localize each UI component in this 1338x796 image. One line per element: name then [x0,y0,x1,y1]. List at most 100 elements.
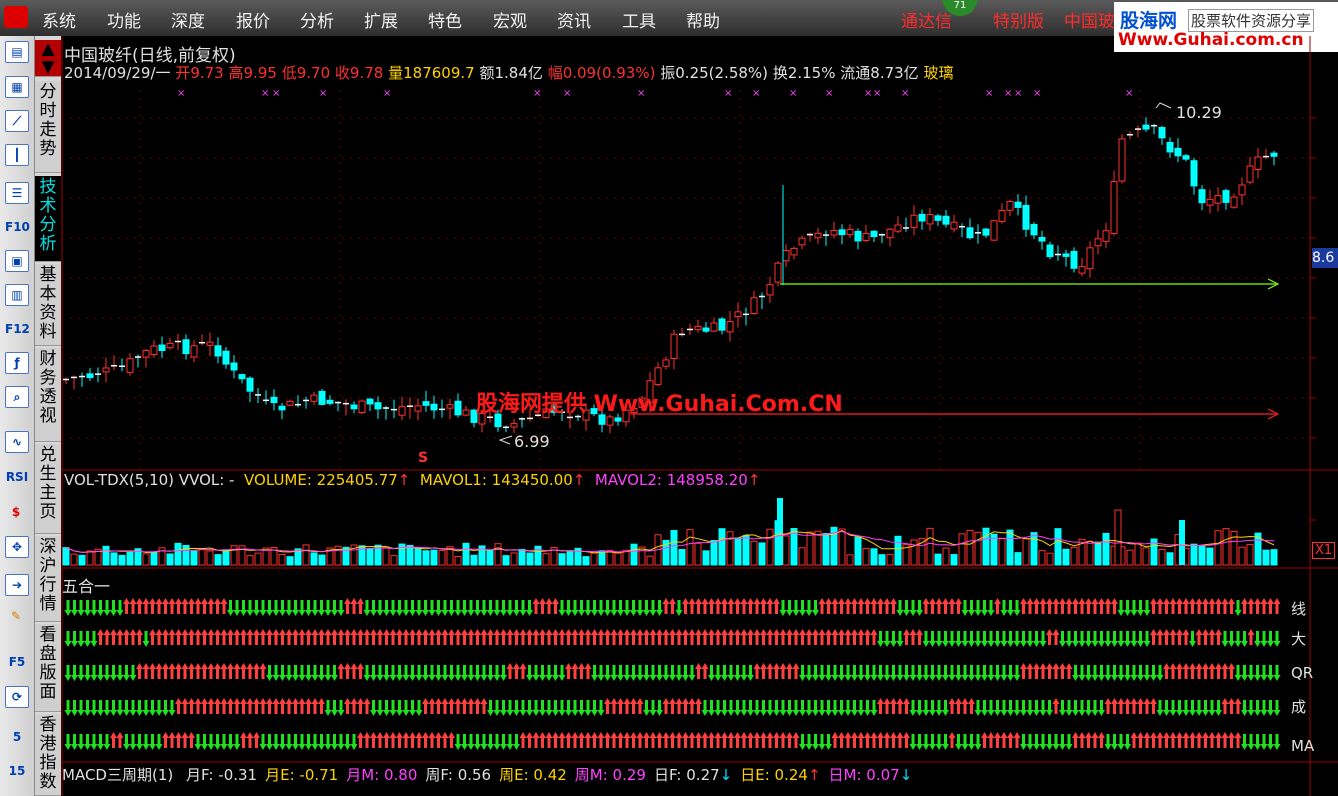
up-arrow-signal [1104,598,1112,614]
macd-name[interactable]: MACD三周期(1) [62,766,173,784]
up-arrow-signal [682,698,689,714]
up-arrow-signal [155,598,163,614]
down-arrow-signal [675,665,683,681]
up-arrow-signal [123,629,130,645]
volume-bar [542,553,550,566]
up-arrow-signal [1124,698,1131,714]
up-arrow-signal [103,629,111,645]
candle-body [1222,190,1230,203]
down-arrow-signal [103,700,111,716]
up-arrow-signal [812,629,819,645]
candle-body [126,358,134,373]
signal-panel-title[interactable]: 五合一 [62,573,110,597]
down-arrow-signal [961,665,969,681]
up-arrow-signal [773,663,780,679]
down-arrow-signal [493,665,501,681]
down-arrow-signal [591,665,598,681]
down-arrow-signal [1020,631,1027,647]
sector-label[interactable]: 玻璃 [923,64,953,82]
up-arrow-signal [396,732,403,748]
down-arrow-signal [415,665,423,681]
volume-bar [1246,543,1254,566]
volume-bar [118,554,126,566]
up-arrow-signal [656,732,663,748]
up-arrow-signal [1182,663,1190,679]
down-arrow-signal [461,734,468,750]
up-arrow-signal [779,629,787,645]
candle-body [230,362,238,371]
down-arrow-signal [838,700,845,716]
up-arrow-signal [695,663,702,679]
candle-body [1078,266,1086,274]
up-arrow-signal [350,629,358,645]
up-arrow-signal [994,732,1001,748]
candle-body [1254,156,1262,170]
up-arrow-signal [844,629,852,645]
candle-body [886,228,894,239]
up-arrow-signal [428,732,436,748]
high-value: 9.95 [243,64,277,82]
down-arrow-signal [636,600,644,616]
down-arrow-signal [799,700,806,716]
down-arrow-signal [402,665,410,681]
down-arrow-signal [383,665,390,681]
volume-bar [510,552,518,566]
down-arrow-signal [116,600,124,616]
down-arrow-signal [844,700,852,716]
up-arrow-signal [877,732,884,748]
up-arrow-signal [422,629,429,645]
candle-body [734,311,742,318]
down-arrow-signal [688,665,696,681]
candle-body [182,339,190,355]
down-arrow-signal [97,700,104,716]
down-arrow-signal [259,734,267,750]
up-arrow-signal [578,629,585,645]
up-arrow-signal [448,629,455,645]
volume-bar [710,540,718,566]
chg-value: 0.09(0.93%) [562,64,656,82]
up-arrow-signal [883,698,891,714]
down-arrow-signal [233,600,241,616]
up-arrow-signal [110,629,117,645]
price-axis-label: 8.6 [1312,248,1338,268]
up-arrow-signal [890,598,897,614]
volume-indicator-name[interactable]: VOL-TDX(5,10) [64,471,174,489]
down-arrow-signal [487,734,494,750]
up-arrow-signal [942,598,949,614]
volume-bar [1134,542,1142,566]
down-arrow-signal [974,700,982,716]
up-arrow-signal [695,629,702,645]
up-arrow-signal [97,629,104,645]
volume-bar [726,531,734,566]
down-arrow-signal [279,734,286,750]
up-arrow-signal [558,732,566,748]
up-arrow-signal [331,629,338,645]
up-arrow-signal [571,732,579,748]
up-arrow-signal [955,598,962,614]
down-arrow-signal [259,600,267,616]
up-arrow-signal [1033,663,1040,679]
down-arrow-signal [812,734,819,750]
signal-row-label: 大 [1291,630,1307,648]
up-arrow-signal [792,663,800,679]
up-arrow-signal [747,598,754,614]
up-arrow-signal [571,629,579,645]
up-arrow-signal [909,629,917,645]
up-arrow-signal [214,629,221,645]
up-arrow-signal [1052,663,1060,679]
down-arrow-signal [955,631,962,647]
candle-body [934,215,942,221]
up-arrow-signal [376,732,384,748]
up-arrow-signal [383,629,390,645]
candle-body [894,224,902,232]
down-arrow-signal [1039,631,1047,647]
up-arrow-signal [1059,598,1066,614]
down-arrow-signal [617,665,624,681]
down-arrow-signal [812,600,819,616]
up-arrow-signal [857,732,865,748]
up-arrow-signal [1072,598,1079,614]
event-marker: × [752,88,760,99]
down-arrow-signal [201,734,208,750]
volume-bar [622,549,630,566]
up-arrow-signal [1228,663,1235,679]
